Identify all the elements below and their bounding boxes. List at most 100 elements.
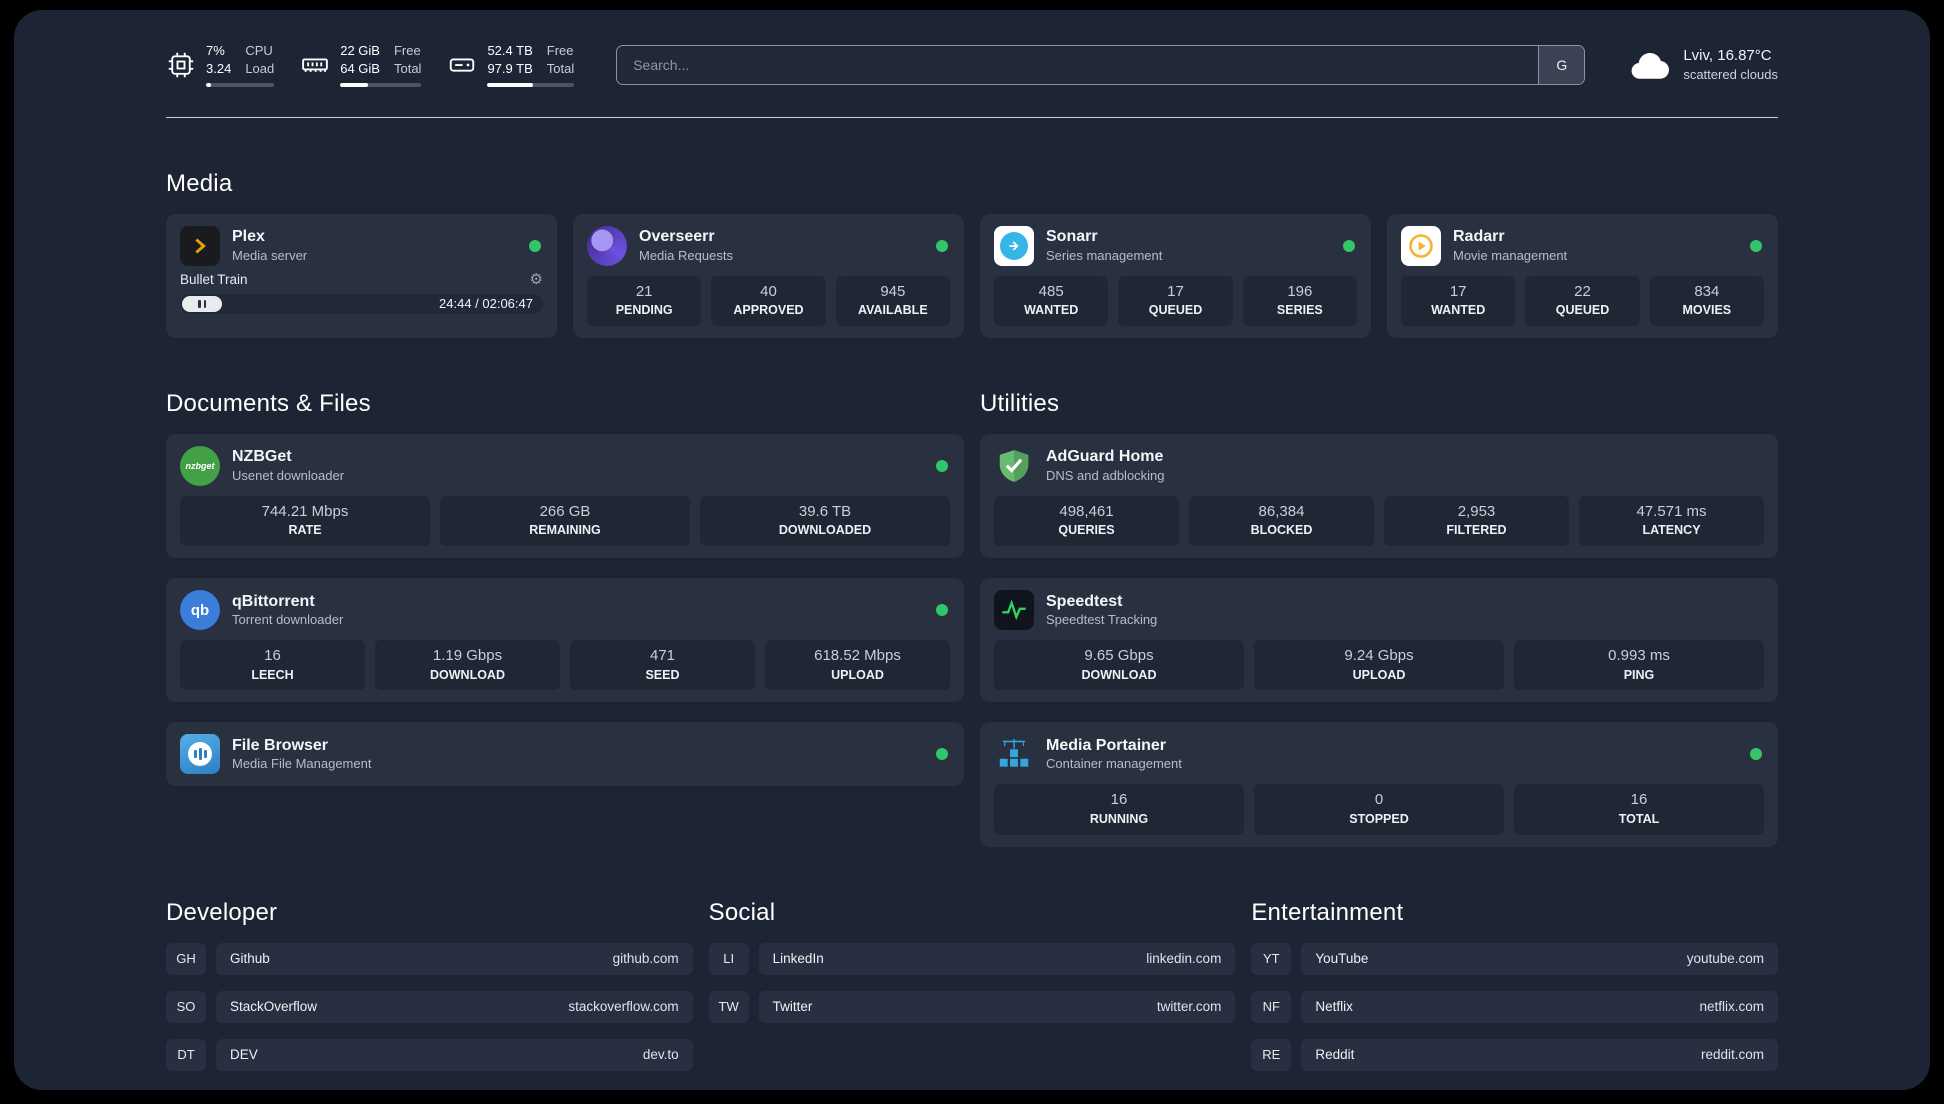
app-subtitle: Movie management [1453, 248, 1568, 264]
bookmark-row: SO StackOverflow stackoverflow.com [166, 990, 693, 1023]
search-bar: G [616, 44, 1586, 85]
nzbget-card[interactable]: nzbget NZBGet Usenet downloader 744.21 M… [166, 434, 964, 559]
stat-tile: 744.21 Mbps RATE [180, 496, 430, 547]
section-title-documents: Documents & Files [166, 390, 371, 418]
weather-condition: scattered clouds [1683, 66, 1778, 82]
app-name: Radarr [1453, 228, 1505, 246]
adguard-icon [994, 446, 1034, 486]
stat-tile: 16 TOTAL [1514, 784, 1764, 835]
stat-value: 17 [1167, 283, 1184, 301]
bookmark-name: LinkedIn [772, 951, 824, 967]
stat-value: 40 [760, 283, 777, 301]
search-engine-button[interactable]: G [1538, 45, 1585, 84]
stat-label: LEECH [251, 667, 294, 682]
stat-label: LATENCY [1642, 523, 1701, 538]
netflix-icon: NF [1251, 990, 1292, 1023]
bookmark-url: github.com [612, 951, 679, 967]
speedtest-icon [994, 590, 1034, 631]
radarr-card[interactable]: Radarr Movie management 17 WANTED 22 QUE… [1387, 214, 1778, 339]
filebrowser-card[interactable]: File Browser Media File Management [166, 722, 964, 787]
gear-icon[interactable]: ⚙ [530, 272, 543, 287]
reddit-link[interactable]: Reddit reddit.com [1301, 1038, 1778, 1071]
stat-value: 47.571 ms [1636, 503, 1707, 521]
stat-value: 834 [1694, 283, 1720, 301]
status-dot [1343, 240, 1355, 253]
cpu-metric: 7% 3.24 CPU Load [166, 42, 275, 88]
speedtest-card[interactable]: Speedtest Speedtest Tracking 9.65 Gbps D… [980, 578, 1778, 703]
bookmark-name: Twitter [772, 999, 813, 1015]
stat-tile: 86,384 BLOCKED [1189, 496, 1374, 547]
cloud-icon [1627, 48, 1671, 82]
dev-icon: DT [166, 1038, 206, 1071]
app-subtitle: DNS and adblocking [1046, 468, 1165, 484]
stat-label: BLOCKED [1250, 523, 1313, 538]
stat-value: 0 [1374, 791, 1384, 809]
bookmark-url: reddit.com [1700, 1047, 1764, 1063]
stat-value: 196 [1287, 283, 1313, 301]
stat-label: UPLOAD [831, 667, 884, 682]
app-subtitle: Series management [1046, 248, 1163, 264]
stat-tile: 2,953 FILTERED [1384, 496, 1569, 547]
stat-value: 16 [1110, 791, 1128, 809]
pause-button[interactable] [182, 296, 222, 313]
app-subtitle: Torrent downloader [232, 612, 344, 628]
ram-total-label: Total [393, 60, 422, 76]
stackoverflow-link[interactable]: StackOverflow stackoverflow.com [216, 990, 693, 1023]
twitter-link[interactable]: Twitter twitter.com [758, 990, 1236, 1023]
app-name: NZBGet [232, 448, 292, 466]
weather-widget[interactable]: Lviv, 16.87°C scattered clouds [1627, 46, 1778, 84]
stat-value: 266 GB [539, 503, 591, 521]
qbittorrent-card[interactable]: qb qBittorrent Torrent downloader 16 LEE… [166, 578, 964, 703]
section-title-social: Social [708, 898, 776, 926]
playback-progress-bar[interactable]: 24:44 / 02:06:47 [180, 294, 543, 315]
stat-tile: 21 PENDING [587, 276, 702, 327]
bookmark-url: linkedin.com [1146, 951, 1222, 967]
bookmark-url: dev.to [642, 1047, 679, 1063]
top-bar: 7% 3.24 CPU Load 22 GiB 64 GiB Free Tota… [14, 10, 1930, 88]
twitter-icon: TW [708, 990, 749, 1023]
ram-metric: 22 GiB 64 GiB Free Total [300, 42, 422, 88]
github-link[interactable]: Github github.com [216, 942, 693, 975]
filebrowser-icon [180, 734, 220, 775]
stat-tile: 0.993 ms PING [1514, 640, 1764, 691]
ram-icon [300, 50, 330, 80]
app-name: Plex [232, 228, 265, 246]
linkedin-link[interactable]: LinkedIn linkedin.com [758, 942, 1236, 975]
app-name: File Browser [232, 736, 329, 754]
search-input[interactable] [617, 45, 1539, 84]
youtube-link[interactable]: YouTube youtube.com [1301, 942, 1778, 975]
app-subtitle: Speedtest Tracking [1046, 612, 1158, 628]
app-subtitle: Usenet downloader [232, 468, 345, 484]
stat-tile: 618.52 Mbps UPLOAD [765, 640, 950, 691]
stat-tile: 17 WANTED [1401, 276, 1516, 327]
stat-label: REMAINING [529, 523, 601, 538]
overseerr-card[interactable]: Overseerr Media Requests 21 PENDING 40 A… [573, 214, 964, 339]
ram-free-value: 22 GiB [340, 43, 380, 58]
plex-card[interactable]: Plex Media server Bullet Train ⚙ 24:44 /… [166, 214, 557, 339]
stat-tile: 834 MOVIES [1649, 276, 1764, 327]
stat-value: 39.6 TB [798, 503, 852, 521]
stat-label: PENDING [615, 303, 673, 318]
adguard-card[interactable]: AdGuard Home DNS and adblocking 498,461 … [980, 434, 1778, 559]
stat-label: TOTAL [1618, 811, 1660, 826]
stat-value: 16 [1630, 791, 1648, 809]
stat-value: 22 [1574, 283, 1591, 301]
radarr-icon [1401, 226, 1441, 267]
status-dot [1750, 748, 1762, 761]
dev-link[interactable]: DEV dev.to [216, 1038, 693, 1071]
portainer-card[interactable]: Media Portainer Container management 16 … [980, 722, 1778, 847]
netflix-link[interactable]: Netflix netflix.com [1301, 990, 1778, 1023]
stat-tile: 945 AVAILABLE [835, 276, 950, 327]
app-subtitle: Container management [1046, 756, 1182, 772]
stat-value: 945 [880, 283, 906, 301]
stat-value: 471 [649, 647, 676, 665]
linkedin-icon: LI [708, 942, 749, 975]
disk-metric: 52.4 TB 97.9 TB Free Total [447, 42, 575, 88]
stat-value: 16 [264, 647, 281, 665]
weather-location: Lviv, 16.87°C [1683, 46, 1772, 64]
stat-tile: 16 RUNNING [994, 784, 1244, 835]
sonarr-card[interactable]: Sonarr Series management 485 WANTED 17 Q… [980, 214, 1371, 339]
reddit-icon: RE [1251, 1038, 1292, 1071]
stat-tile: 47.571 ms LATENCY [1579, 496, 1764, 547]
cpu-load-label: Load [245, 60, 275, 76]
